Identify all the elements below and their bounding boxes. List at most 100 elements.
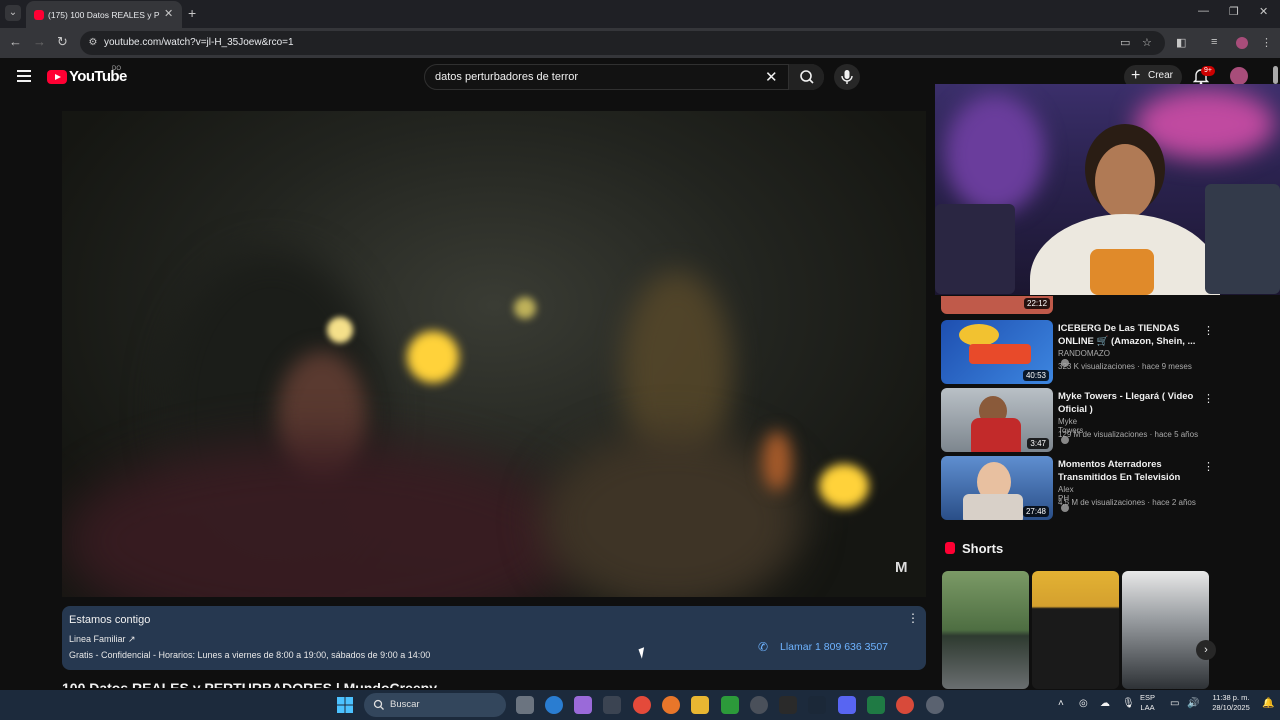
youtube-favicon-icon: [34, 10, 44, 20]
short-thumbnail[interactable]: [1032, 571, 1119, 689]
new-tab-button[interactable]: +: [188, 5, 196, 21]
scrollbar-thumb[interactable]: [1273, 66, 1278, 84]
tray-app-icon[interactable]: ◎: [1079, 698, 1088, 709]
task-view-icon[interactable]: [516, 696, 534, 714]
back-arrow-icon[interactable]: ←: [9, 35, 22, 49]
guide-menu-icon[interactable]: [17, 70, 31, 82]
channel-name[interactable]: RANDOMAZO: [1058, 349, 1110, 358]
volume-icon[interactable]: 🔊: [1187, 698, 1199, 709]
tab-search-button[interactable]: ⌄: [5, 5, 21, 21]
windows-taskbar: Buscar ˄ ◎ ☁ 🎙 ESP LAA ▭ 🔊 11:38 p. m. 2…: [0, 690, 1280, 720]
recommendation-title[interactable]: ICEBERG De Las TIENDAS ONLINE 🛒 (Amazon,…: [1058, 322, 1198, 348]
profile-avatar-icon[interactable]: [1236, 37, 1248, 49]
site-info-icon[interactable]: ⚙: [86, 36, 100, 50]
recommendation-meta: 323 K visualizaciones · hace 9 meses: [1058, 362, 1192, 371]
account-avatar[interactable]: [1230, 67, 1248, 85]
language-code: ESP: [1140, 693, 1156, 702]
page-scrollbar[interactable]: [1272, 62, 1280, 690]
chrome-active-icon[interactable]: [896, 696, 914, 714]
url-text[interactable]: youtube.com/watch?v=jl-H_35Joew&rco=1: [104, 36, 294, 50]
start-button[interactable]: [336, 696, 354, 714]
network-icon[interactable]: ▭: [1170, 698, 1179, 709]
app-icon[interactable]: [750, 696, 768, 714]
background-shelf: [935, 204, 1015, 294]
chrome-menu-icon[interactable]: ⋮: [1261, 36, 1272, 49]
recommendation-thumbnail[interactable]: 3:47: [941, 388, 1053, 452]
bokeh-light: [514, 297, 536, 319]
windows-logo-icon: [337, 697, 353, 713]
clock[interactable]: 11:38 p. m. 28/10/2025: [1206, 693, 1256, 713]
app-icon[interactable]: [603, 696, 621, 714]
notification-center-icon[interactable]: 🔔: [1262, 698, 1274, 709]
recommendation-thumbnail[interactable]: 40:53: [941, 320, 1053, 384]
browser-toolbar: ← → ↻ ⚙ youtube.com/watch?v=jl-H_35Joew&…: [0, 28, 1280, 58]
short-thumbnail[interactable]: [942, 571, 1029, 689]
forward-arrow-icon[interactable]: →: [33, 35, 46, 49]
clock-time: 11:38 p. m.: [1212, 693, 1250, 702]
voice-search-button[interactable]: [834, 64, 860, 90]
call-button[interactable]: Llamar 1 809 636 3507: [780, 641, 888, 653]
microphone-tray-icon[interactable]: 🎙: [1122, 698, 1135, 709]
bookmark-star-icon[interactable]: ☆: [1142, 36, 1152, 49]
background-light: [945, 94, 1045, 214]
input-language[interactable]: ESP LAA: [1140, 693, 1155, 713]
reading-list-icon[interactable]: ≡: [1211, 36, 1217, 48]
youtube-play-icon: [47, 70, 67, 84]
more-actions-icon[interactable]: ⋮: [1203, 460, 1214, 473]
discord-icon[interactable]: [838, 696, 856, 714]
tab-close-icon[interactable]: ✕: [164, 7, 173, 20]
chrome-icon[interactable]: [633, 696, 651, 714]
restore-button[interactable]: ❐: [1229, 5, 1239, 18]
reload-icon[interactable]: ↻: [57, 35, 68, 49]
info-panel-link[interactable]: Linea Familiar ↗: [69, 634, 136, 645]
search-button[interactable]: [788, 64, 824, 90]
recommendation-title[interactable]: Momentos Aterradores Transmitidos En Tel…: [1058, 458, 1198, 484]
recommendation-title[interactable]: Myke Towers - Llegará ( Video Oficial ): [1058, 390, 1198, 416]
excel-icon[interactable]: [867, 696, 885, 714]
browser-tab-strip: ⌄ (175) 100 Datos REALES y PERTURBADORES…: [0, 0, 1280, 28]
taskbar-search[interactable]: Buscar: [364, 693, 506, 717]
shorts-logo-icon: [945, 542, 955, 554]
background-chair: [1205, 184, 1280, 294]
recommendation-meta: 129 M de visualizaciones · hace 5 años: [1058, 430, 1199, 439]
steam-icon[interactable]: [808, 696, 826, 714]
minimize-button[interactable]: —: [1198, 5, 1209, 17]
video-scene-foreground: [62, 441, 582, 597]
search-input[interactable]: datos perturbadores de terror: [435, 70, 578, 84]
duration-badge: 3:47: [1027, 438, 1049, 449]
epic-games-icon[interactable]: [779, 696, 797, 714]
tray-chevron-icon[interactable]: ˄: [1058, 698, 1064, 709]
xbox-icon[interactable]: [721, 696, 739, 714]
close-window-button[interactable]: ✕: [1259, 5, 1268, 18]
more-options-icon[interactable]: ⋮: [907, 612, 919, 624]
file-explorer-icon[interactable]: [691, 696, 709, 714]
video-player[interactable]: M: [62, 111, 926, 597]
shorts-next-button[interactable]: ›: [1196, 640, 1216, 660]
recommendation-thumbnail[interactable]: 27:48: [941, 456, 1053, 520]
duration-badge: 40:53: [1022, 370, 1049, 381]
info-panel-description: Gratis - Confidencial - Horarios: Lunes …: [69, 650, 431, 660]
firefox-icon[interactable]: [662, 696, 680, 714]
clock-date: 28/10/2025: [1212, 703, 1250, 712]
keyboard-layout: LAA: [1140, 703, 1155, 712]
more-actions-icon[interactable]: ⋮: [1203, 392, 1214, 405]
clear-search-icon[interactable]: ✕: [765, 68, 778, 86]
notifications-badge: 9+: [1201, 66, 1215, 76]
settings-gear-icon[interactable]: [926, 696, 944, 714]
more-actions-icon[interactable]: ⋮: [1203, 324, 1214, 337]
copilot-icon[interactable]: [574, 696, 592, 714]
featured-video-thumbnail[interactable]: [935, 84, 1280, 295]
browser-tab-active[interactable]: (175) 100 Datos REALES y PERTURBADORES ✕: [26, 1, 182, 28]
tray-app-icon[interactable]: ☁: [1100, 698, 1110, 709]
search-box[interactable]: datos perturbadores de terror ✕: [424, 64, 824, 90]
address-bar[interactable]: ⚙ youtube.com/watch?v=jl-H_35Joew&rco=1 …: [80, 31, 1165, 55]
bokeh-light: [327, 317, 353, 343]
edge-icon[interactable]: [545, 696, 563, 714]
bokeh-light: [819, 464, 869, 508]
cast-icon[interactable]: ▭: [1120, 36, 1130, 49]
extensions-icon[interactable]: ◧: [1176, 36, 1186, 49]
info-panel: Estamos contigo Linea Familiar ↗ Gratis …: [62, 606, 926, 670]
duration-badge: 27:48: [1022, 506, 1049, 517]
country-code: DO: [112, 66, 121, 72]
short-thumbnail[interactable]: [1122, 571, 1209, 689]
